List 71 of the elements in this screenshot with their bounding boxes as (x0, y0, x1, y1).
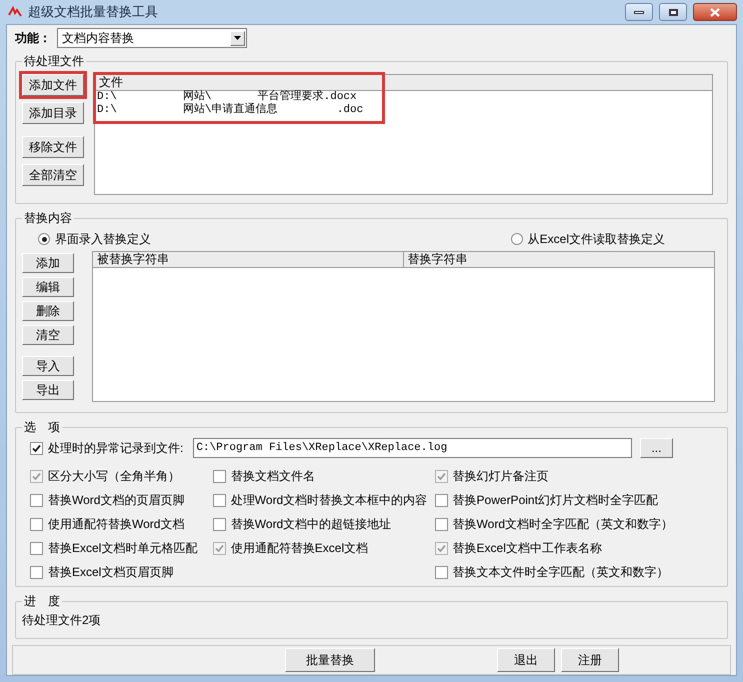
checkbox[interactable] (30, 566, 43, 578)
check-icon (436, 544, 446, 552)
app-icon (8, 5, 22, 19)
checkbox[interactable] (30, 442, 43, 454)
replace-action-button[interactable]: 导入 (22, 356, 74, 376)
checkbox-label: 替换Word文档时全字匹配（英文和数字） (452, 516, 673, 533)
checkbox-label: 使用通配符替换Word文档 (48, 516, 184, 533)
checkbox-label: 替换幻灯片备注页 (452, 468, 549, 485)
check-icon (214, 544, 224, 552)
close-button[interactable] (693, 3, 737, 21)
radio-button[interactable] (38, 233, 50, 245)
file-action-button[interactable]: 移除文件 (22, 136, 84, 158)
browse-button[interactable]: ... (640, 438, 673, 458)
checkbox-label: 处理时的异常记录到文件: (48, 440, 184, 457)
dropdown-arrow-icon (234, 36, 241, 40)
window-title: 超级文档批量替换工具 (28, 3, 159, 22)
checkbox-label: 替换Excel文档中工作表名称 (452, 540, 602, 557)
file-action-button[interactable]: 添加文件 (22, 74, 84, 96)
checkbox-label: 替换文档文件名 (230, 468, 315, 485)
checkbox[interactable] (434, 566, 448, 578)
close-icon (710, 8, 720, 16)
maximize-button[interactable] (659, 3, 687, 21)
checkbox[interactable] (212, 470, 226, 482)
check-icon (32, 444, 41, 452)
replace-list[interactable]: 被替换字符串 替换字符串 (92, 251, 715, 402)
file-row[interactable]: D:\ 网站\ 平台管理要求.docx (95, 91, 359, 104)
checkbox[interactable] (30, 542, 43, 554)
minimize-button[interactable] (625, 3, 653, 21)
checkbox[interactable] (30, 518, 43, 530)
file-list[interactable]: 文件 D:\ 网站\ 平台管理要求.docx D:\ 网站\申请直通信息 .doc (94, 74, 713, 195)
checkbox[interactable] (212, 494, 226, 506)
replace-action-button[interactable]: 添加 (22, 253, 74, 273)
radio-label: 界面录入替换定义 (55, 231, 151, 248)
replace-action-button[interactable]: 导出 (22, 380, 74, 400)
dialog-button[interactable]: 退出 (497, 648, 555, 672)
progress-title: 进 度 (22, 593, 62, 609)
log-path-field[interactable]: C:\Program Files\XReplace\XReplace.log (193, 438, 632, 458)
checkbox-label: 替换文本文件时全字匹配（英文和数字） (452, 564, 669, 581)
checkbox[interactable] (434, 494, 448, 506)
options-title: 选 项 (22, 419, 62, 435)
check-icon (32, 472, 41, 480)
function-dropdown[interactable]: 文档内容替换 (57, 28, 247, 48)
checkbox[interactable] (30, 494, 43, 506)
dialog-button[interactable]: 注册 (561, 648, 619, 672)
replace-action-button[interactable]: 清空 (22, 325, 74, 345)
column-header[interactable]: 文件 (95, 75, 712, 90)
checkbox-label: 区分大小写（全角半角） (48, 468, 180, 485)
file-action-button[interactable]: 添加目录 (22, 102, 84, 124)
pending-files-title: 待处理文件 (22, 53, 86, 69)
checkbox-label: 替换Excel文档页眉页脚 (48, 564, 174, 581)
progress-text: 待处理文件2项 (22, 613, 101, 627)
replace-action-button[interactable]: 删除 (22, 301, 74, 321)
checkbox[interactable] (212, 518, 226, 530)
dialog-button[interactable]: 批量替换 (285, 648, 375, 672)
file-row[interactable]: D:\ 网站\申请直通信息 .doc (95, 104, 366, 117)
checkbox-label: 替换Excel文档时单元格匹配 (48, 540, 198, 557)
checkbox-label: 替换Word文档的页眉页脚 (48, 492, 184, 509)
function-label: 功能： (15, 30, 51, 47)
checkbox-label: 替换Word文档中的超链接地址 (230, 516, 392, 533)
file-action-button[interactable]: 全部清空 (22, 164, 84, 186)
checkbox-label: 使用通配符替换Excel文档 (230, 540, 368, 557)
checkbox-label: 替换PowerPoint幻灯片文档时全字匹配 (452, 492, 658, 509)
replace-action-button[interactable]: 编辑 (22, 277, 74, 297)
column-header[interactable]: 被替换字符串 (93, 252, 404, 267)
checkbox-label: 处理Word文档时替换文本框中的内容 (230, 492, 428, 509)
replace-content-title: 替换内容 (22, 210, 74, 226)
radio-label: 从Excel文件读取替换定义 (528, 231, 665, 248)
checkbox[interactable] (434, 518, 448, 530)
check-icon (436, 472, 446, 480)
column-header[interactable]: 替换字符串 (404, 252, 714, 267)
radio-button[interactable] (510, 233, 523, 245)
